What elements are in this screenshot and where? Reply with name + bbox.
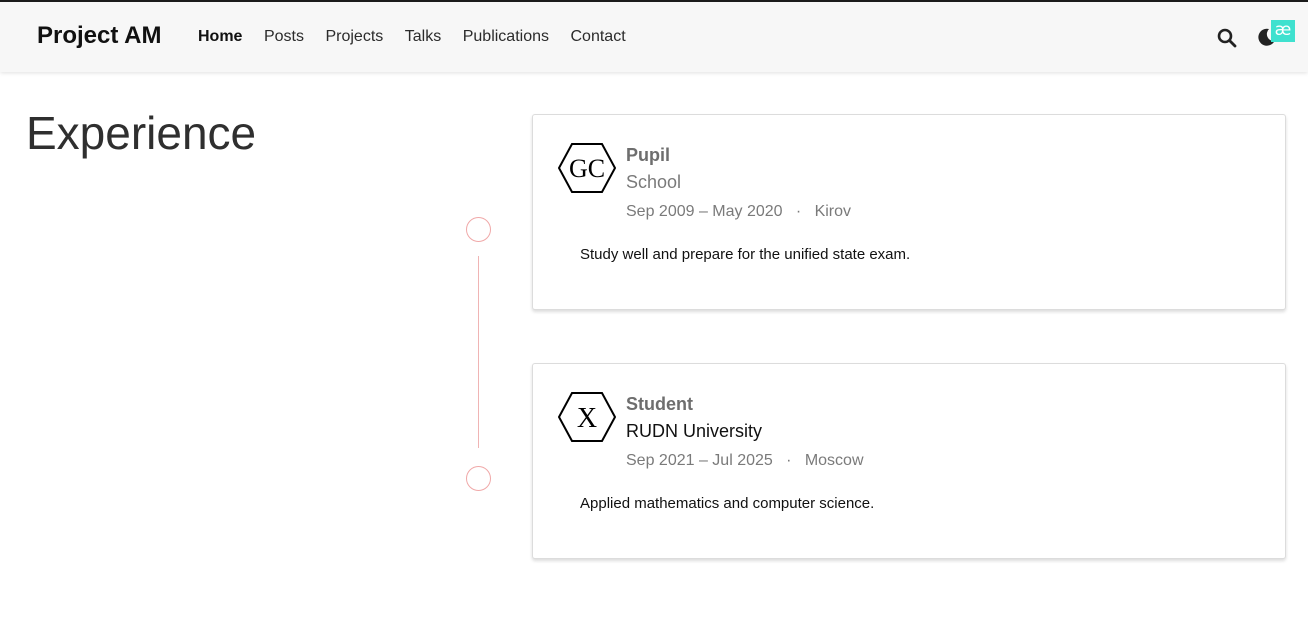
role-title: Student (626, 394, 693, 414)
experience-meta: Sep 2021 – Jul 2025 · Moscow (626, 452, 864, 470)
date-range: Sep 2009 – May 2020 (626, 203, 783, 220)
nav-link-contact[interactable]: Contact (571, 28, 626, 46)
nav-link-posts[interactable]: Posts (264, 28, 304, 46)
location: Kirov (814, 203, 852, 220)
nav-link-talks[interactable]: Talks (405, 28, 441, 46)
organization-name: RUDN University (626, 421, 763, 441)
timeline-dot (466, 217, 491, 242)
experience-meta: Sep 2009 – May 2020 · Kirov (626, 203, 851, 221)
navbar: Project AM Home Posts Projects Talks Pub… (0, 2, 1308, 72)
meta-separator: · (795, 203, 802, 220)
section-title: Experience (26, 107, 257, 159)
logo-text: X (577, 403, 597, 434)
logo-text: GC (569, 154, 605, 183)
nav-link-home[interactable]: Home (198, 28, 242, 46)
experience-card: X Student RUDN University Sep 2021 – Jul… (532, 363, 1286, 559)
organization-logo-icon: X (558, 392, 616, 442)
organization-name: School (626, 172, 682, 192)
organization-logo-icon: GC (558, 143, 616, 193)
date-range: Sep 2021 – Jul 2025 (626, 452, 773, 469)
nav-link-projects[interactable]: Projects (325, 28, 383, 46)
role-title: Pupil (626, 145, 670, 165)
brand-link[interactable]: Project AM (37, 22, 161, 50)
timeline-line (478, 256, 479, 448)
experience-card: GC Pupil School Sep 2009 – May 2020 · Ki… (532, 114, 1286, 310)
nav-link-publications[interactable]: Publications (463, 28, 549, 46)
meta-separator: · (786, 452, 792, 469)
ae-badge[interactable]: æ (1271, 20, 1295, 42)
timeline-dot (466, 466, 491, 491)
nav-links: Home Posts Projects Talks Publications C… (198, 28, 647, 46)
experience-description: Applied mathematics and computer science… (580, 495, 875, 512)
location: Moscow (804, 452, 864, 469)
search-icon[interactable] (1216, 27, 1238, 49)
experience-description: Study well and prepare for the unified s… (580, 246, 911, 263)
